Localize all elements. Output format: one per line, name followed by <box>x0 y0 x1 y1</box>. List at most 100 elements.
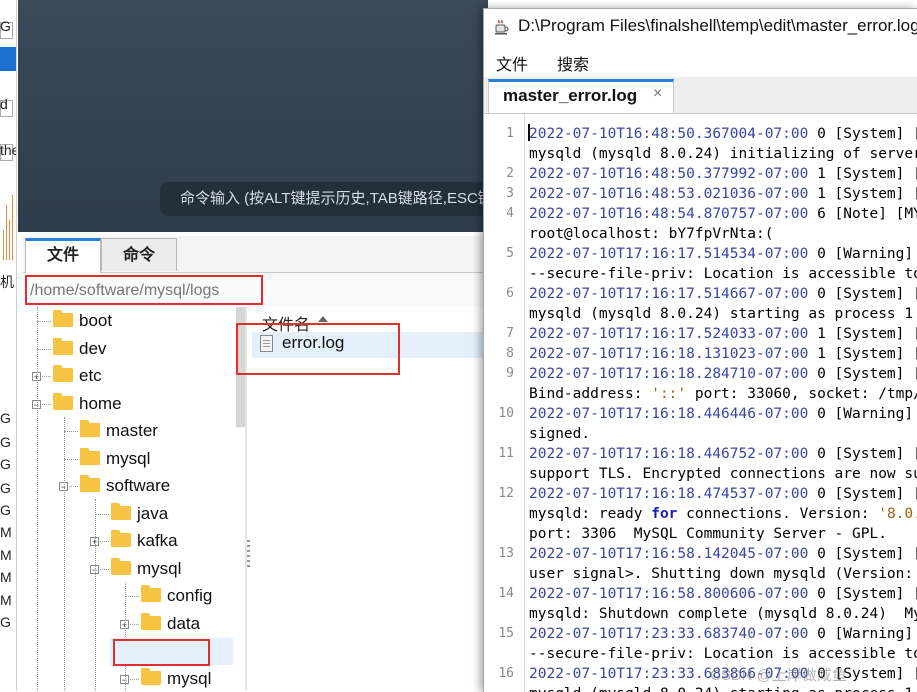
watermark: CSDN @上岸做咸鱼 <box>710 667 847 684</box>
folder-icon <box>80 420 100 437</box>
line-number: 2 <box>506 166 514 181</box>
window-titlebar[interactable]: D:\Program Files\finalshell\temp\edit\ma… <box>484 9 917 43</box>
tree-item-mysql[interactable]: mysql <box>141 666 211 692</box>
close-icon[interactable]: × <box>653 85 662 103</box>
line-number: 15 <box>498 626 514 641</box>
tree-connector <box>64 431 78 432</box>
background-window-strip: Gd the 机 G G G G G M M M M G <box>0 0 17 691</box>
tree-item-mysql[interactable]: mysql <box>80 446 150 472</box>
tree-item-etc[interactable]: etc <box>53 363 102 389</box>
line-number: 11 <box>498 446 514 461</box>
log-text: user signal>. Shutting down mysqld (Vers… <box>529 566 914 582</box>
background-text: G <box>0 480 11 496</box>
tree-item-mysql[interactable]: mysql <box>111 556 181 582</box>
line-number: 12 <box>498 486 514 501</box>
log-text: port: 33060, socket: /tmp/mysqlx.sock <box>694 386 917 402</box>
menu-file[interactable]: 文件 <box>496 51 528 75</box>
log-text: 0 [System] [MY-010116] [Server] <box>817 286 917 302</box>
line-number: 6 <box>506 286 514 301</box>
timestamp: 2022-07-10T17:16:18.284710-07:00 <box>529 366 809 382</box>
code-line: 2022-07-10T17:16:18.284710-07:00 0 [Syst… <box>529 364 917 384</box>
log-text: --secure-file-priv: Location is accessib… <box>529 646 917 662</box>
background-chart-icon <box>2 185 14 260</box>
timestamp: 2022-07-10T16:48:54.870757-07:00 <box>529 206 809 222</box>
timestamp: 2022-07-10T17:16:17.514667-07:00 <box>529 286 809 302</box>
tree-guide-line <box>37 307 38 691</box>
directory-tree[interactable]: boot dev etc + home − master mysql software − java… <box>23 307 245 691</box>
tree-connector <box>64 458 78 460</box>
line-number: 13 <box>498 546 514 561</box>
line-number: 16 <box>498 666 514 681</box>
log-text: 1 [System] [MY-013577] [InnoDB] <box>817 346 917 362</box>
sort-ascending-icon[interactable] <box>318 316 328 322</box>
code-line: 2022-07-10T16:48:53.021036-07:00 1 [Syst… <box>529 184 917 204</box>
log-text: --secure-file-priv: Location is accessib… <box>529 266 917 282</box>
tree-item-label: mysql <box>137 558 182 578</box>
line-number: 14 <box>498 586 514 601</box>
timestamp: 2022-07-10T17:16:18.446446-07:00 <box>529 406 809 422</box>
folder-icon <box>53 337 73 355</box>
code-line: 2022-07-10T17:16:58.800606-07:00 0 [Syst… <box>529 584 917 604</box>
folder-icon <box>53 310 73 327</box>
command-input[interactable]: 命令输入 (按ALT键提示历史,TAB键路径,ESC键 <box>160 182 510 216</box>
log-text: 1 [System] [MY-013576] [InnoDB] <box>817 326 917 342</box>
timestamp: 2022-07-10T17:23:33.683740-07:00 <box>529 626 809 642</box>
tree-item-software[interactable]: software <box>80 473 170 499</box>
line-number: 8 <box>506 346 514 361</box>
tree-item-label: data <box>167 613 201 633</box>
timestamp: 2022-07-10T17:16:18.474537-07:00 <box>529 486 809 502</box>
timestamp: 2022-07-10T16:48:50.367004-07:00 <box>529 126 809 142</box>
background-text: 机 <box>0 274 14 290</box>
background-text: G <box>0 434 11 450</box>
background-text: G <box>0 18 11 34</box>
log-text: mysqld: Shutdown complete (mysqld 8.0.24… <box>529 606 917 622</box>
tree-item-java[interactable]: java <box>111 501 168 527</box>
tree-item-boot[interactable]: boot <box>53 308 112 334</box>
folder-icon <box>80 447 100 465</box>
tree-item-dev[interactable]: dev <box>53 336 106 362</box>
line-number: 7 <box>506 326 514 341</box>
tree-item-kafka[interactable]: kafka <box>111 528 178 554</box>
menu-bar: 文件 搜索 <box>484 45 917 77</box>
log-text: 0 [System] [MY-013602] [Server] <box>817 446 917 462</box>
tree-item-label: boot <box>79 311 113 330</box>
log-text: 0 [System] [MY-013172] [Server] <box>817 546 917 562</box>
tree-item-data[interactable]: data <box>141 611 200 637</box>
tree-connector <box>125 596 139 597</box>
log-text: 1 [System] [MY-013576] [InnoDB] <box>817 166 917 182</box>
terminal-area[interactable]: 命令输入 (按ALT键提示历史,TAB键路径,ESC键 <box>18 0 510 232</box>
keyword: for <box>651 506 678 522</box>
code-line: Bind-address: '::' port: 33060, socket: … <box>529 384 917 404</box>
tree-item-label: master <box>106 421 158 440</box>
timestamp: 2022-07-10T17:16:18.131023-07:00 <box>529 346 809 362</box>
menu-search[interactable]: 搜索 <box>557 51 589 75</box>
line-number: 10 <box>498 406 514 421</box>
annotation-highlight-box <box>113 639 210 666</box>
tab-master-error-log[interactable]: master_error.log × <box>488 79 674 113</box>
folder-icon <box>111 530 131 547</box>
folder-icon <box>53 392 73 410</box>
tree-item-master[interactable]: master <box>80 418 158 444</box>
line-number: 4 <box>506 206 514 221</box>
code-line: 2022-07-10T16:48:54.870757-07:00 6 [Note… <box>529 204 917 224</box>
background-text: M <box>0 592 12 608</box>
tab-commands[interactable]: 命令 <box>101 238 177 271</box>
code-line: mysqld: Shutdown complete (mysqld 8.0.24… <box>529 604 917 624</box>
path-input[interactable]: /home/software/mysql/logs <box>25 275 263 305</box>
tab-files[interactable]: 文件 <box>25 238 101 273</box>
background-text: G <box>0 456 11 472</box>
log-text: 0 [System] [MY-010910] [Server] <box>817 586 917 602</box>
log-text: connections. Version: <box>677 506 879 522</box>
tree-item-home[interactable]: home <box>53 391 122 417</box>
code-line: mysqld: ready for connections. Version: … <box>529 504 917 524</box>
code-line: 2022-07-10T17:16:17.524033-07:00 1 [Syst… <box>529 324 917 344</box>
line-number: 1 <box>506 126 514 141</box>
log-text: root@localhost: bY7fpVrNta:( <box>529 226 774 242</box>
tree-item-config[interactable]: config <box>141 583 212 609</box>
text-editor-area[interactable]: 1 2 3 4 5 6 7 8 9 10 11 12 13 14 15 16 2022-07-10T16:48… <box>484 114 917 692</box>
code-line: signed. <box>529 424 590 444</box>
tree-guide-line <box>95 499 96 691</box>
string-literal: '8.0.24' <box>878 506 917 522</box>
background-text: d <box>0 96 8 112</box>
folder-icon <box>111 557 131 575</box>
